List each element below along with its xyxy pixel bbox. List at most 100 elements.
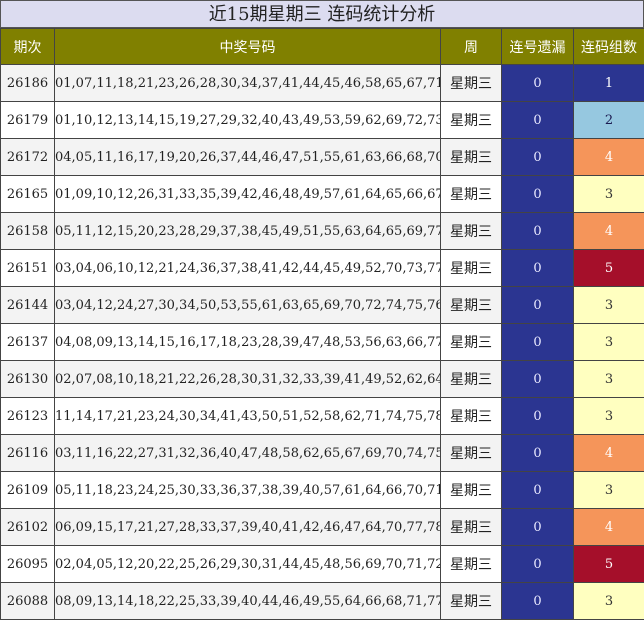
table-row: 2614403,04,12,24,27,30,34,50,53,55,61,63…	[1, 287, 644, 324]
issue-cell: 26088	[1, 583, 55, 620]
weekday-cell: 星期三	[441, 361, 502, 398]
weekday-cell: 星期三	[441, 176, 502, 213]
winning-numbers-cell: 01,07,11,18,21,23,26,28,30,34,37,41,44,4…	[55, 65, 441, 102]
table-row: 2608808,09,13,14,18,22,25,33,39,40,44,46…	[1, 583, 644, 620]
winning-numbers-cell: 06,09,15,17,21,27,28,33,37,39,40,41,42,4…	[55, 509, 441, 546]
winning-numbers-cell: 05,11,18,23,24,25,30,33,36,37,38,39,40,5…	[55, 472, 441, 509]
table-body: 2618601,07,11,18,21,23,26,28,30,34,37,41…	[1, 65, 644, 620]
winning-numbers-cell: 01,09,10,12,26,31,33,35,39,42,46,48,49,5…	[55, 176, 441, 213]
consecutive-groups-cell: 3	[574, 324, 644, 361]
consecutive-groups-cell: 2	[574, 102, 644, 139]
stats-panel: 近15期星期三 连码统计分析 期次 中奖号码 周 连号遗漏 连码组数 26186…	[0, 0, 644, 619]
weekday-cell: 星期三	[441, 213, 502, 250]
consecutive-groups-cell: 4	[574, 213, 644, 250]
consecutive-miss-cell: 0	[502, 176, 574, 213]
weekday-cell: 星期三	[441, 102, 502, 139]
table-row: 2616501,09,10,12,26,31,33,35,39,42,46,48…	[1, 176, 644, 213]
consecutive-groups-cell: 4	[574, 435, 644, 472]
consecutive-miss-cell: 0	[502, 139, 574, 176]
issue-cell: 26165	[1, 176, 55, 213]
weekday-cell: 星期三	[441, 250, 502, 287]
table-row: 2615805,11,12,15,20,23,28,29,37,38,45,49…	[1, 213, 644, 250]
weekday-cell: 星期三	[441, 398, 502, 435]
winning-numbers-cell: 03,04,12,24,27,30,34,50,53,55,61,63,65,6…	[55, 287, 441, 324]
consecutive-miss-cell: 0	[502, 361, 574, 398]
issue-cell: 26144	[1, 287, 55, 324]
consecutive-groups-cell: 3	[574, 287, 644, 324]
issue-cell: 26158	[1, 213, 55, 250]
weekday-cell: 星期三	[441, 139, 502, 176]
consecutive-miss-cell: 0	[502, 472, 574, 509]
weekday-cell: 星期三	[441, 435, 502, 472]
issue-cell: 26123	[1, 398, 55, 435]
consecutive-miss-cell: 0	[502, 435, 574, 472]
issue-cell: 26102	[1, 509, 55, 546]
stats-table: 期次 中奖号码 周 连号遗漏 连码组数 2618601,07,11,18,21,…	[0, 28, 644, 620]
consecutive-groups-cell: 1	[574, 65, 644, 102]
table-row: 2618601,07,11,18,21,23,26,28,30,34,37,41…	[1, 65, 644, 102]
table-row: 2610206,09,15,17,21,27,28,33,37,39,40,41…	[1, 509, 644, 546]
page-title: 近15期星期三 连码统计分析	[0, 0, 644, 28]
table-row: 2615103,04,06,10,12,21,24,36,37,38,41,42…	[1, 250, 644, 287]
winning-numbers-cell: 05,11,12,15,20,23,28,29,37,38,45,49,51,5…	[55, 213, 441, 250]
table-row: 2613002,07,08,10,18,21,22,26,28,30,31,32…	[1, 361, 644, 398]
issue-cell: 26116	[1, 435, 55, 472]
weekday-cell: 星期三	[441, 546, 502, 583]
winning-numbers-cell: 04,08,09,13,14,15,16,17,18,23,28,39,47,4…	[55, 324, 441, 361]
winning-numbers-cell: 08,09,13,14,18,22,25,33,39,40,44,46,49,5…	[55, 583, 441, 620]
winning-numbers-cell: 03,04,06,10,12,21,24,36,37,38,41,42,44,4…	[55, 250, 441, 287]
consecutive-miss-cell: 0	[502, 509, 574, 546]
winning-numbers-cell: 01,10,12,13,14,15,19,27,29,32,40,43,49,5…	[55, 102, 441, 139]
issue-cell: 26179	[1, 102, 55, 139]
consecutive-groups-cell: 3	[574, 472, 644, 509]
issue-cell: 26095	[1, 546, 55, 583]
col-header-numbers: 中奖号码	[55, 29, 441, 65]
weekday-cell: 星期三	[441, 65, 502, 102]
issue-cell: 26130	[1, 361, 55, 398]
winning-numbers-cell: 02,07,08,10,18,21,22,26,28,30,31,32,33,3…	[55, 361, 441, 398]
issue-cell: 26186	[1, 65, 55, 102]
weekday-cell: 星期三	[441, 287, 502, 324]
winning-numbers-cell: 02,04,05,12,20,22,25,26,29,30,31,44,45,4…	[55, 546, 441, 583]
header-row: 期次 中奖号码 周 连号遗漏 连码组数	[1, 29, 644, 65]
consecutive-groups-cell: 3	[574, 361, 644, 398]
consecutive-groups-cell: 5	[574, 250, 644, 287]
consecutive-miss-cell: 0	[502, 583, 574, 620]
consecutive-miss-cell: 0	[502, 213, 574, 250]
consecutive-groups-cell: 3	[574, 176, 644, 213]
col-header-issue: 期次	[1, 29, 55, 65]
consecutive-miss-cell: 0	[502, 102, 574, 139]
issue-cell: 26172	[1, 139, 55, 176]
table-row: 2609502,04,05,12,20,22,25,26,29,30,31,44…	[1, 546, 644, 583]
consecutive-miss-cell: 0	[502, 65, 574, 102]
winning-numbers-cell: 04,05,11,16,17,19,20,26,37,44,46,47,51,5…	[55, 139, 441, 176]
table-row: 2613704,08,09,13,14,15,16,17,18,23,28,39…	[1, 324, 644, 361]
consecutive-groups-cell: 4	[574, 509, 644, 546]
col-header-week: 周	[441, 29, 502, 65]
table-row: 2610905,11,18,23,24,25,30,33,36,37,38,39…	[1, 472, 644, 509]
table-row: 2617204,05,11,16,17,19,20,26,37,44,46,47…	[1, 139, 644, 176]
table-row: 2611603,11,16,22,27,31,32,36,40,47,48,58…	[1, 435, 644, 472]
weekday-cell: 星期三	[441, 472, 502, 509]
col-header-miss: 连号遗漏	[502, 29, 574, 65]
winning-numbers-cell: 11,14,17,21,23,24,30,34,41,43,50,51,52,5…	[55, 398, 441, 435]
table-row: 2612311,14,17,21,23,24,30,34,41,43,50,51…	[1, 398, 644, 435]
issue-cell: 26137	[1, 324, 55, 361]
table-row: 2617901,10,12,13,14,15,19,27,29,32,40,43…	[1, 102, 644, 139]
consecutive-miss-cell: 0	[502, 546, 574, 583]
consecutive-groups-cell: 4	[574, 139, 644, 176]
weekday-cell: 星期三	[441, 324, 502, 361]
consecutive-miss-cell: 0	[502, 250, 574, 287]
weekday-cell: 星期三	[441, 509, 502, 546]
consecutive-miss-cell: 0	[502, 398, 574, 435]
issue-cell: 26151	[1, 250, 55, 287]
col-header-groups: 连码组数	[574, 29, 644, 65]
issue-cell: 26109	[1, 472, 55, 509]
consecutive-groups-cell: 5	[574, 546, 644, 583]
consecutive-miss-cell: 0	[502, 287, 574, 324]
consecutive-miss-cell: 0	[502, 324, 574, 361]
weekday-cell: 星期三	[441, 583, 502, 620]
consecutive-groups-cell: 3	[574, 398, 644, 435]
winning-numbers-cell: 03,11,16,22,27,31,32,36,40,47,48,58,62,6…	[55, 435, 441, 472]
consecutive-groups-cell: 3	[574, 583, 644, 620]
